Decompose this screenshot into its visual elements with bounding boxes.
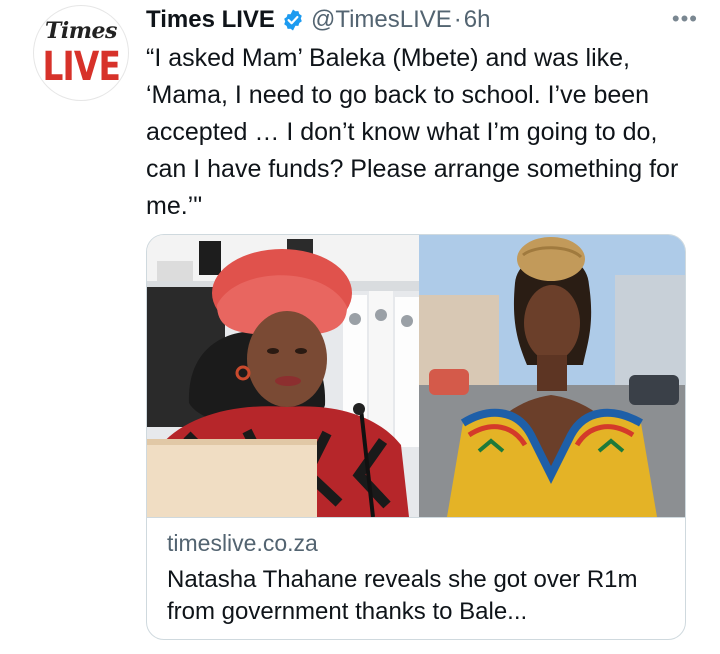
verified-badge-icon	[284, 9, 302, 31]
portrait-photo-right	[419, 235, 685, 517]
separator-dot: ·	[453, 6, 462, 33]
avatar-logo-top: Times	[45, 18, 117, 44]
portrait-photo-left	[147, 235, 419, 517]
card-image[interactable]	[147, 235, 685, 517]
card-info[interactable]: timeslive.co.za Natasha Thahane reveals …	[147, 517, 685, 639]
account-name[interactable]: Times LIVE	[146, 6, 275, 34]
card-title[interactable]: Natasha Thahane reveals she got over R1m…	[167, 564, 667, 628]
avatar-logo-bottom: LIVE	[42, 44, 121, 90]
tweet-text: “I asked Mam’ Baleka (Mbete) and was lik…	[146, 44, 679, 220]
more-options-icon[interactable]: •••	[672, 6, 698, 32]
link-card[interactable]: timeslive.co.za Natasha Thahane reveals …	[146, 234, 686, 640]
card-image-left-photo	[147, 235, 419, 517]
account-handle[interactable]: @TimesLIVE	[311, 6, 452, 34]
card-domain: timeslive.co.za	[167, 530, 318, 556]
avatar[interactable]: Times LIVE	[34, 6, 128, 100]
card-image-right-photo	[419, 235, 685, 517]
tweet-time[interactable]: 6h	[464, 6, 491, 34]
tweet-header: Times LIVE @TimesLIVE · 6h	[146, 2, 660, 38]
